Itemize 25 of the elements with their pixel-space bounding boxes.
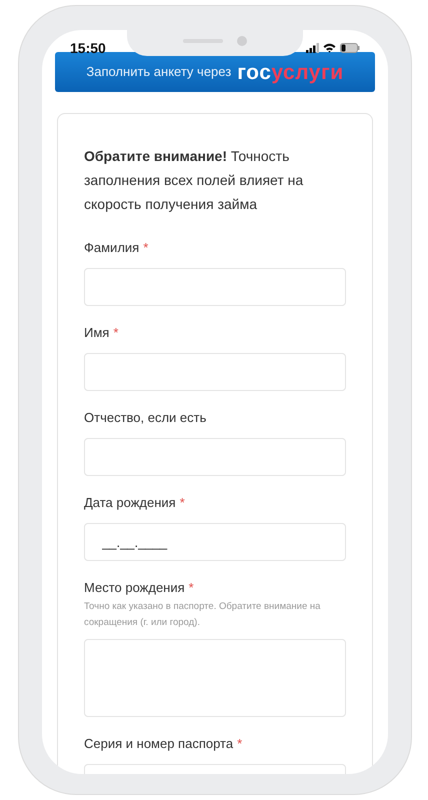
field-label: Отчество, если есть bbox=[84, 410, 206, 425]
required-mark: * bbox=[113, 325, 118, 340]
required-mark: * bbox=[180, 495, 185, 510]
notice-text: Обратите внимание! Точность заполнения всех полей влияет на скорость получения займа bbox=[84, 147, 304, 214]
field-label: Имя bbox=[84, 325, 110, 340]
wifi-icon bbox=[323, 43, 336, 53]
banner-text: Заполнить анкету через bbox=[86, 63, 232, 82]
input-field[interactable] bbox=[84, 438, 346, 476]
field-label: Место рождения bbox=[84, 580, 185, 595]
input-field[interactable] bbox=[84, 268, 346, 306]
signal-icon bbox=[306, 43, 319, 53]
input-field[interactable] bbox=[84, 639, 346, 717]
required-mark: * bbox=[237, 736, 242, 751]
required-mark: * bbox=[143, 240, 148, 255]
gosuslugi-logo: госуслуги bbox=[237, 62, 344, 82]
field-label: Фамилия bbox=[84, 240, 140, 255]
required-mark: * bbox=[188, 580, 194, 595]
input-field[interactable] bbox=[84, 353, 346, 391]
gosuslugi-banner[interactable]: Заполнить анкету через госуслуги bbox=[55, 52, 375, 92]
battery-icon bbox=[340, 43, 360, 53]
camera-icon bbox=[237, 36, 247, 46]
field-label: Дата рождения bbox=[84, 495, 176, 510]
input-field[interactable]: __.__.____ bbox=[84, 523, 346, 561]
field-label: Серия и номер паспорта bbox=[84, 736, 234, 751]
field-hint: Точно как указано в паспорте. Обратите внимание на сокращения (г. или город). bbox=[84, 600, 322, 630]
